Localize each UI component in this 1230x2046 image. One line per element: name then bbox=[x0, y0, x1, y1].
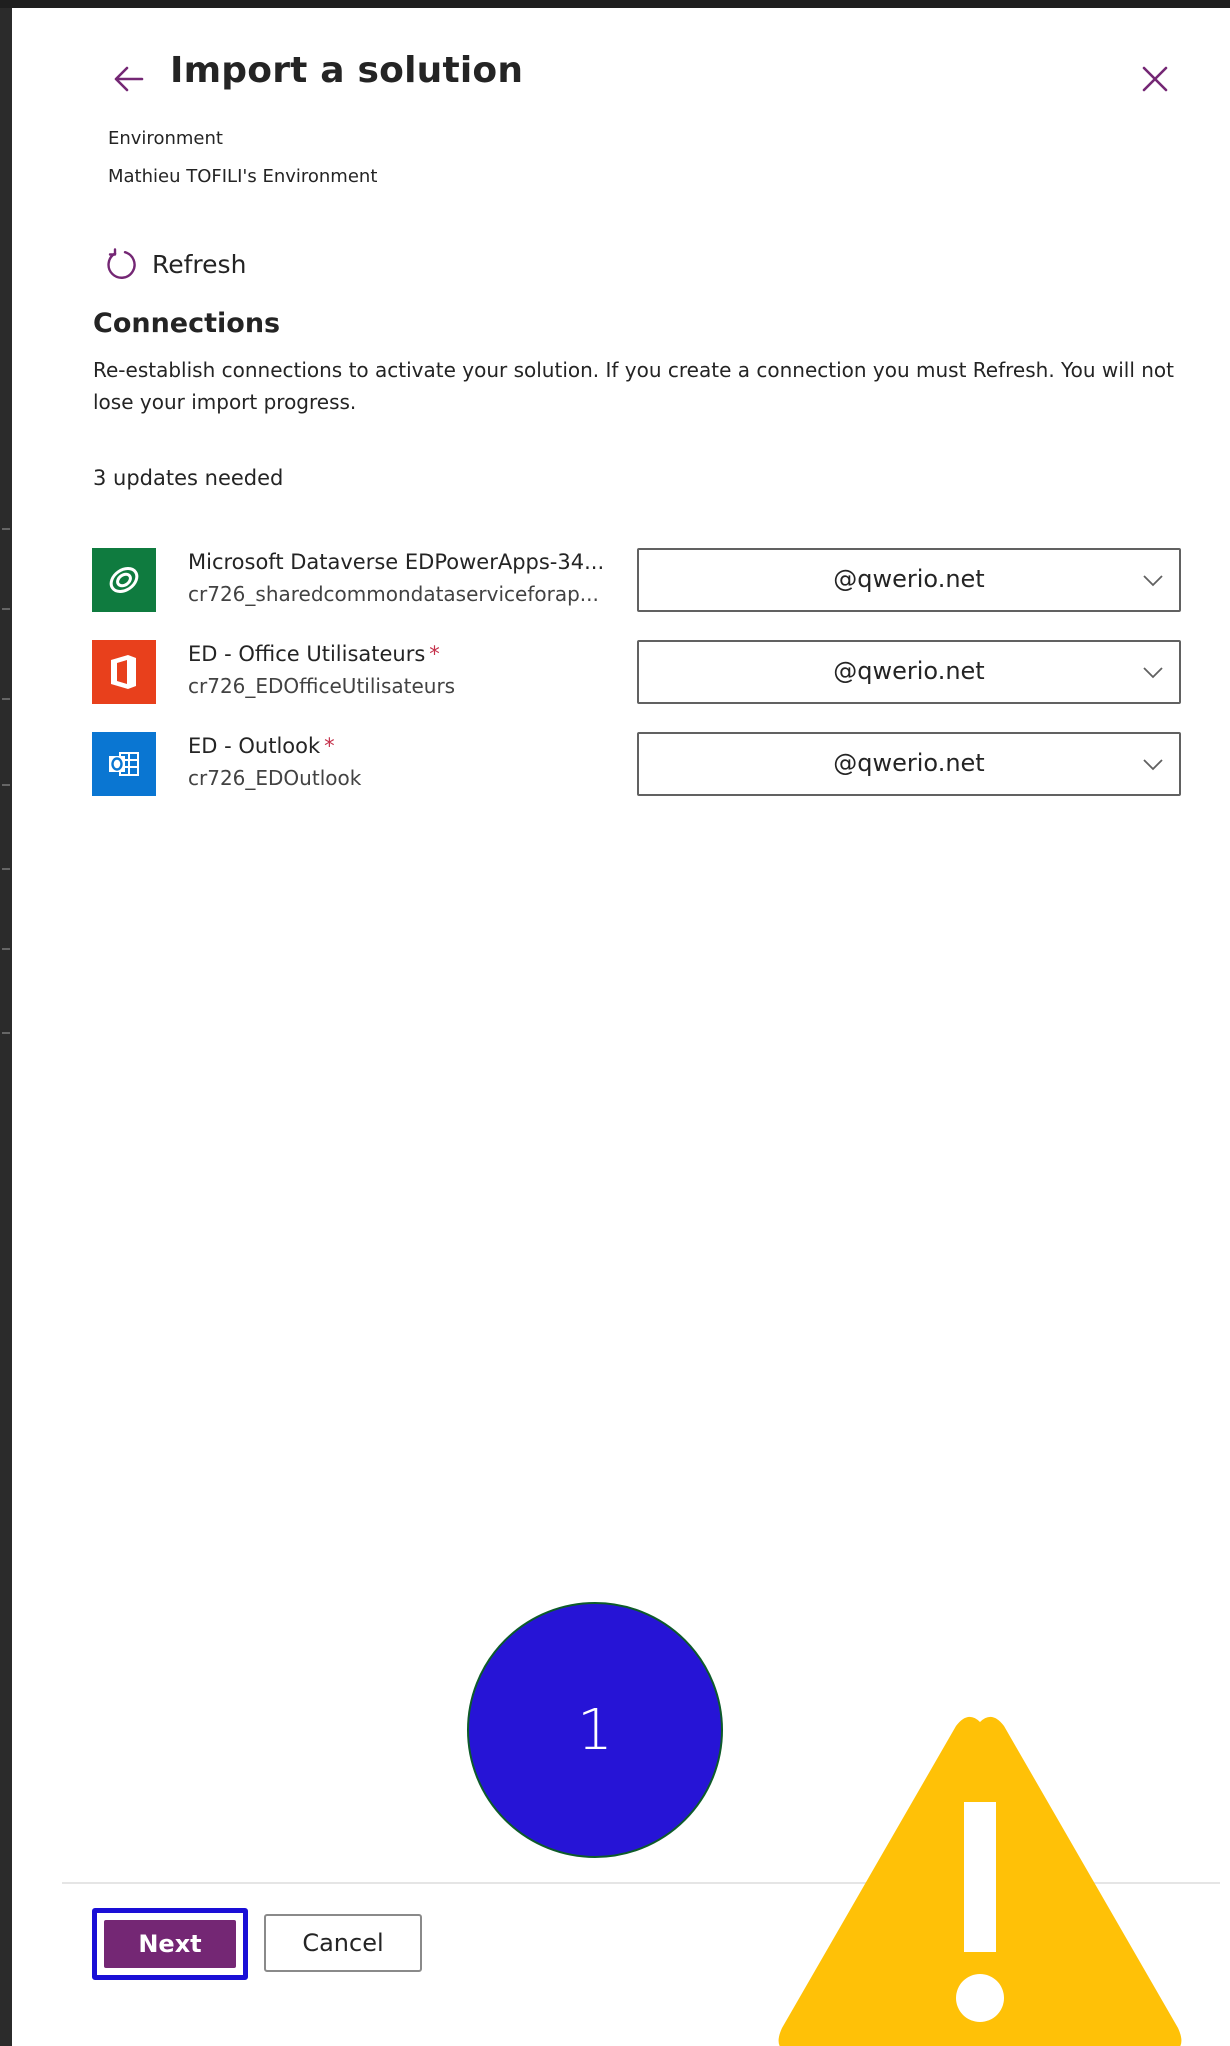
page-title: Import a solution bbox=[170, 50, 524, 91]
connection-id: cr726_EDOutlook bbox=[188, 766, 362, 790]
back-arrow-icon[interactable] bbox=[108, 58, 150, 100]
edge-tick bbox=[2, 948, 10, 950]
edge-tick bbox=[2, 698, 10, 700]
environment-label: Environment bbox=[108, 128, 223, 149]
connection-name: Microsoft Dataverse EDPowerApps-34... bbox=[188, 550, 605, 574]
next-button[interactable]: Next bbox=[104, 1920, 236, 1968]
refresh-icon bbox=[107, 248, 136, 279]
office-icon bbox=[92, 640, 156, 704]
connection-selected-value: @qwerio.net bbox=[833, 565, 985, 593]
window-edge-strip bbox=[0, 8, 12, 2046]
connection-id: cr726_sharedcommondataserviceforap... bbox=[188, 582, 599, 606]
edge-tick bbox=[2, 528, 10, 530]
dataverse-glyph bbox=[109, 567, 139, 593]
required-marker: * bbox=[324, 734, 335, 758]
connection-select-outlook[interactable]: @qwerio.net bbox=[637, 732, 1181, 796]
edge-tick bbox=[2, 608, 10, 610]
connections-title: Connections bbox=[93, 308, 281, 339]
edge-tick bbox=[2, 1032, 10, 1034]
connection-select-office[interactable]: @qwerio.net bbox=[637, 640, 1181, 704]
step-number: 1 bbox=[577, 1697, 613, 1763]
connections-description: Re-establish connections to activate you… bbox=[93, 358, 1175, 414]
connection-row: ED - Outlook * cr726_EDOutlook @qwerio.ne… bbox=[92, 732, 1202, 796]
chevron-down-icon bbox=[1143, 667, 1163, 679]
connection-row: Microsoft Dataverse EDPowerApps-34... cr… bbox=[92, 548, 1202, 612]
outlook-icon bbox=[92, 732, 156, 796]
warning-triangle-icon bbox=[778, 1716, 1182, 2046]
connection-name: ED - Office Utilisateurs * bbox=[188, 642, 440, 666]
refresh-button[interactable]: Refresh bbox=[92, 242, 246, 286]
updates-needed-count: 3 updates needed bbox=[93, 466, 284, 490]
edge-tick bbox=[2, 784, 10, 786]
step-number-badge: 1 bbox=[467, 1602, 723, 1858]
connection-selected-value: @qwerio.net bbox=[833, 749, 985, 777]
connection-row: ED - Office Utilisateurs * cr726_EDOffice… bbox=[92, 640, 1202, 704]
dataverse-icon bbox=[92, 548, 156, 612]
connection-selected-value: @qwerio.net bbox=[833, 657, 985, 685]
connection-name: ED - Outlook * bbox=[188, 734, 335, 758]
connection-id: cr726_EDOfficeUtilisateurs bbox=[188, 674, 456, 698]
refresh-label: Refresh bbox=[152, 249, 247, 279]
connection-select-dataverse[interactable]: @qwerio.net bbox=[637, 548, 1181, 612]
office-glyph bbox=[111, 655, 136, 689]
edge-tick bbox=[2, 868, 10, 870]
chevron-down-icon bbox=[1143, 759, 1163, 771]
outlook-glyph bbox=[109, 752, 139, 776]
import-solution-panel: Import a solution Environment Mathieu TO… bbox=[12, 8, 1230, 2046]
environment-value: Mathieu TOFILI's Environment bbox=[108, 166, 378, 187]
close-icon[interactable] bbox=[1132, 56, 1178, 102]
cancel-button[interactable]: Cancel bbox=[264, 1914, 422, 1972]
chevron-down-icon bbox=[1143, 575, 1163, 587]
required-marker: * bbox=[429, 642, 440, 666]
